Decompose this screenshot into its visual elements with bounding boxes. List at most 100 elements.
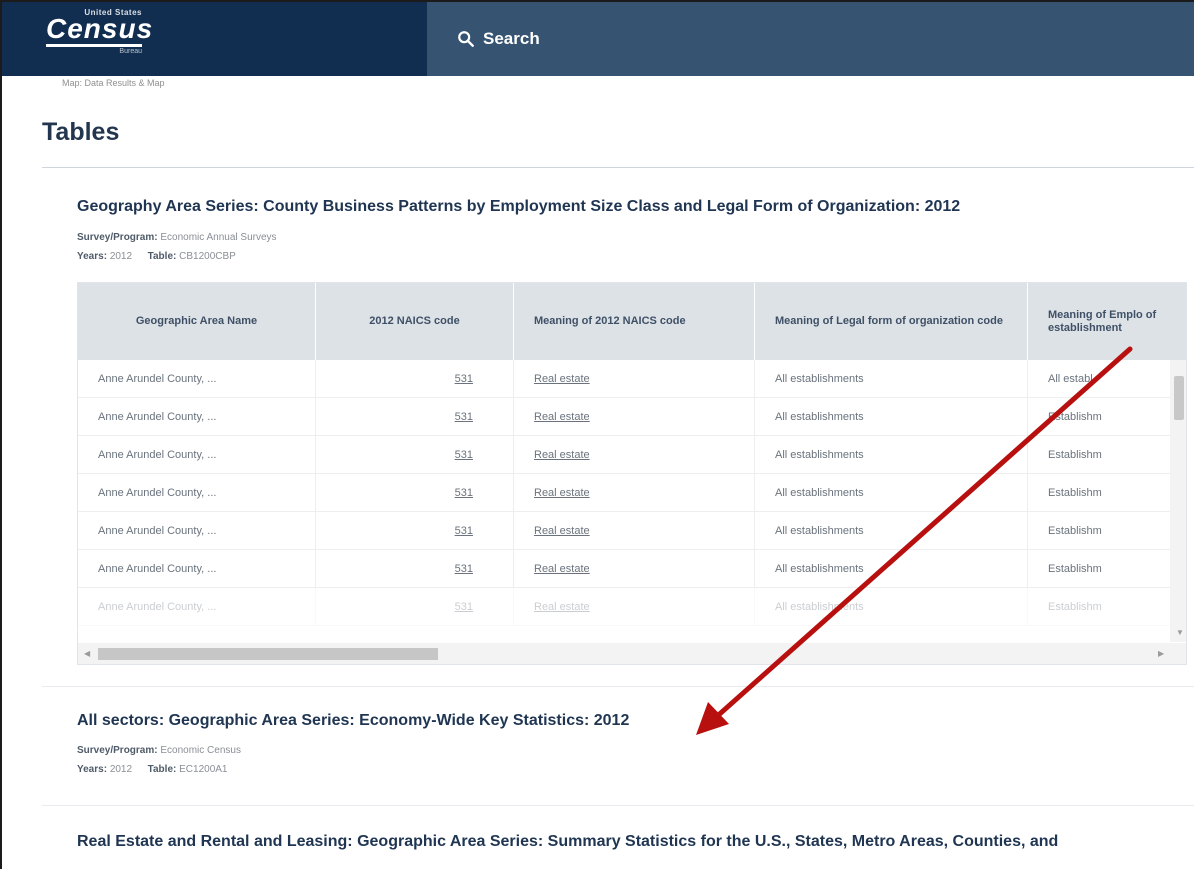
cell-legal-form: All establishments	[755, 360, 1028, 398]
cell-employment-size: Establishm	[1028, 398, 1186, 436]
cell-area-name-text: Anne Arundel County, ...	[98, 525, 217, 537]
site-header: United States Census Bureau Search	[2, 2, 1194, 76]
column-header[interactable]: Meaning of Emplo of establishment	[1028, 283, 1186, 360]
cell-legal-form-text: All establishments	[775, 563, 864, 575]
cell-area-name-text: Anne Arundel County, ...	[98, 373, 217, 385]
cell-employment-size: Establishm	[1028, 474, 1186, 512]
cell-naics-code[interactable]: 531	[316, 474, 514, 512]
brand-area: United States Census Bureau	[2, 2, 427, 76]
survey-value: Economic Census	[160, 745, 241, 756]
cell-area-name-text: Anne Arundel County, ...	[98, 487, 217, 499]
years-label: Years:	[77, 764, 108, 775]
search-bar[interactable]: Search	[427, 2, 1194, 76]
search-label: Search	[483, 29, 540, 48]
cell-employment-size-text: Establishm	[1048, 411, 1102, 423]
cell-area-name-text: Anne Arundel County, ...	[98, 563, 217, 575]
result-years-1: Years: 2012 Table: CB1200CBP	[77, 251, 236, 262]
cell-naics-code-link[interactable]: 531	[455, 563, 473, 575]
cell-legal-form-text: All establishments	[775, 487, 864, 499]
cell-naics-meaning-link[interactable]: Real estate	[534, 601, 590, 613]
result-title-1[interactable]: Geography Area Series: County Business P…	[77, 198, 960, 216]
table-id-value: EC1200A1	[179, 764, 228, 775]
table-header-row: Geographic Area Name 2012 NAICS code Mea…	[78, 283, 1186, 360]
cell-naics-meaning[interactable]: Real estate	[514, 398, 755, 436]
result-survey-1: Survey/Program: Economic Annual Surveys	[77, 232, 277, 243]
cell-naics-meaning[interactable]: Real estate	[514, 588, 755, 626]
column-header[interactable]: Geographic Area Name	[78, 283, 316, 360]
cell-naics-code[interactable]: 531	[316, 588, 514, 626]
logo-top-text: United States	[84, 8, 142, 17]
scroll-right-arrow-icon[interactable]: ▶	[1158, 649, 1164, 658]
cell-naics-meaning[interactable]: Real estate	[514, 474, 755, 512]
years-label: Years:	[77, 251, 108, 262]
cell-naics-meaning-link[interactable]: Real estate	[534, 411, 590, 423]
cell-naics-meaning[interactable]: Real estate	[514, 512, 755, 550]
vertical-scrollbar[interactable]: ▼	[1170, 360, 1186, 642]
cell-naics-code-link[interactable]: 531	[455, 373, 473, 385]
cell-employment-size-text: All establ	[1048, 373, 1093, 385]
horizontal-scroll-thumb[interactable]	[98, 648, 438, 660]
survey-value: Economic Annual Surveys	[160, 232, 277, 243]
breadcrumb[interactable]: Map: Data Results & Map	[62, 78, 165, 88]
table-row: Anne Arundel County, ... 531 Real estate Al…	[78, 474, 1186, 512]
cell-employment-size: Establishm	[1028, 512, 1186, 550]
cell-naics-meaning[interactable]: Real estate	[514, 436, 755, 474]
cell-naics-code-link[interactable]: 531	[455, 411, 473, 423]
logo-underline	[46, 44, 142, 47]
scroll-left-arrow-icon[interactable]: ◀	[84, 649, 90, 658]
cell-legal-form: All establishments	[755, 588, 1028, 626]
result-divider	[42, 686, 1194, 687]
scroll-down-arrow-icon[interactable]: ▼	[1176, 628, 1184, 637]
result-divider	[42, 805, 1194, 806]
cell-naics-meaning-link[interactable]: Real estate	[534, 525, 590, 537]
column-header[interactable]: Meaning of Legal form of organization co…	[755, 283, 1028, 360]
horizontal-scrollbar[interactable]: ◀ ▶	[78, 643, 1186, 664]
cell-employment-size: Establishm	[1028, 588, 1186, 626]
column-header[interactable]: 2012 NAICS code	[316, 283, 514, 360]
cell-naics-meaning-link[interactable]: Real estate	[534, 563, 590, 575]
cell-area-name: Anne Arundel County, ...	[78, 474, 316, 512]
cell-naics-meaning-link[interactable]: Real estate	[534, 487, 590, 499]
cell-area-name-text: Anne Arundel County, ...	[98, 449, 217, 461]
cell-area-name: Anne Arundel County, ...	[78, 398, 316, 436]
cell-naics-code[interactable]: 531	[316, 436, 514, 474]
cell-naics-code[interactable]: 531	[316, 550, 514, 588]
table-id-label: Table:	[147, 764, 177, 775]
search-icon	[458, 31, 474, 47]
cell-naics-code-link[interactable]: 531	[455, 601, 473, 613]
result-title-2[interactable]: All sectors: Geographic Area Series: Eco…	[77, 712, 629, 730]
cell-naics-code-link[interactable]: 531	[455, 487, 473, 499]
census-logo[interactable]: United States Census Bureau	[46, 8, 153, 55]
cell-legal-form-text: All establishments	[775, 411, 864, 423]
cell-naics-meaning[interactable]: Real estate	[514, 550, 755, 588]
cell-area-name: Anne Arundel County, ...	[78, 588, 316, 626]
cell-legal-form-text: All establishments	[775, 601, 864, 613]
cell-naics-code-link[interactable]: 531	[455, 449, 473, 461]
cell-area-name: Anne Arundel County, ...	[78, 360, 316, 398]
result-title-3[interactable]: Real Estate and Rental and Leasing: Geog…	[77, 833, 1058, 851]
cell-area-name: Anne Arundel County, ...	[78, 512, 316, 550]
logo-main-text: Census	[46, 13, 154, 44]
cell-naics-code[interactable]: 531	[316, 398, 514, 436]
cell-naics-code[interactable]: 531	[316, 512, 514, 550]
column-header[interactable]: Meaning of 2012 NAICS code	[514, 283, 755, 360]
table-row: Anne Arundel County, ... 531 Real estate Al…	[78, 398, 1186, 436]
cell-legal-form: All establishments	[755, 398, 1028, 436]
cell-naics-meaning-link[interactable]: Real estate	[534, 449, 590, 461]
cell-employment-size-text: Establishm	[1048, 601, 1102, 613]
table-row: Anne Arundel County, ... 531 Real estate Al…	[78, 360, 1186, 398]
page-frame: United States Census Bureau Search Map: …	[0, 0, 1194, 869]
cell-naics-code[interactable]: 531	[316, 360, 514, 398]
cell-naics-code-link[interactable]: 531	[455, 525, 473, 537]
table-row: Anne Arundel County, ... 531 Real estate Al…	[78, 512, 1186, 550]
cell-naics-meaning[interactable]: Real estate	[514, 360, 755, 398]
page-title: Tables	[42, 118, 120, 146]
title-divider	[42, 167, 1194, 168]
vertical-scroll-thumb[interactable]	[1174, 376, 1184, 420]
cell-employment-size-text: Establishm	[1048, 487, 1102, 499]
data-table: Geographic Area Name 2012 NAICS code Mea…	[77, 282, 1187, 665]
cell-naics-meaning-link[interactable]: Real estate	[534, 373, 590, 385]
cell-legal-form: All establishments	[755, 512, 1028, 550]
cell-employment-size-text: Establishm	[1048, 449, 1102, 461]
cell-legal-form-text: All establishments	[775, 373, 864, 385]
